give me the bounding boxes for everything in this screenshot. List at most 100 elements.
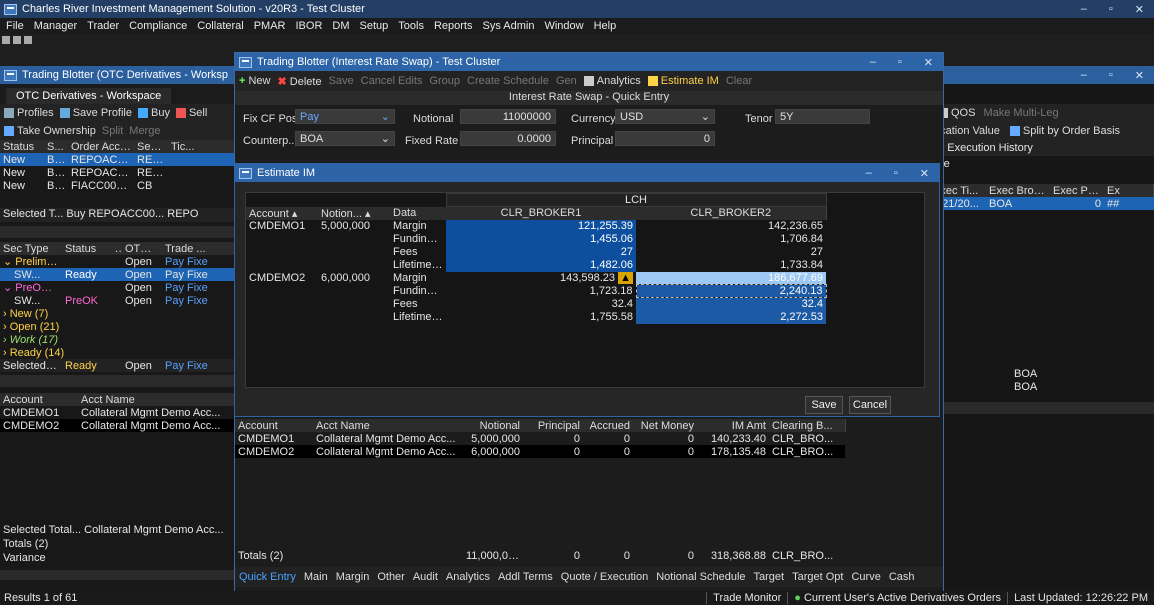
col-sec[interactable]: Sec ...	[134, 140, 168, 153]
col-status[interactable]: Status	[62, 242, 112, 255]
chevron-right-icon[interactable]: ›	[3, 334, 10, 346]
cell[interactable]: 143,598.23 ▲	[446, 272, 636, 285]
active-orders-status[interactable]: ● Current User's Active Derivatives Orde…	[787, 592, 1007, 604]
cell[interactable]: 32.4	[636, 297, 827, 311]
col-clearing-broker[interactable]: Clearing B...	[769, 419, 845, 432]
table-row[interactable]: CMDEMO2 Collateral Mgmt Demo Acc...	[0, 419, 240, 432]
maximize-icon[interactable]: ▫	[898, 56, 902, 68]
cell[interactable]: 1,755.58	[446, 311, 636, 324]
scrollbar[interactable]	[0, 375, 240, 387]
merge-button[interactable]: Merge	[129, 125, 160, 137]
buy-button[interactable]: Buy	[138, 107, 170, 119]
grid-icon[interactable]	[2, 36, 10, 44]
tab-quick-entry[interactable]: Quick Entry	[235, 571, 300, 583]
currency-select[interactable]: USD ⌄	[615, 109, 715, 124]
col-data[interactable]: Data	[390, 207, 446, 220]
table-row[interactable]: CMDEMO1 Collateral Mgmt Demo Acc... 5,000,…	[235, 432, 845, 445]
col-exec-broker[interactable]: Exec Broker	[986, 184, 1050, 197]
col-account[interactable]: Account ▴	[246, 207, 318, 220]
col-clr-broker1[interactable]: CLR_BROKER1	[446, 207, 636, 220]
menu-dm[interactable]: DM	[332, 20, 349, 32]
group-row[interactable]: › Work (17)	[0, 333, 240, 346]
tab-curve[interactable]: Curve	[847, 571, 884, 583]
tab-workspace[interactable]: OTC Derivatives - Workspace	[6, 88, 172, 104]
group-button[interactable]: Group	[429, 75, 460, 87]
cell[interactable]: 1,706.84	[636, 233, 826, 246]
col-status[interactable]: Status	[0, 140, 44, 153]
col-account[interactable]: Account	[0, 393, 78, 406]
cell[interactable]: 1,455.06	[446, 232, 636, 246]
delete-button[interactable]: ✖ Delete	[278, 75, 322, 88]
notional-input[interactable]: 11000000	[460, 109, 556, 124]
col-ex[interactable]: Ex	[1104, 184, 1154, 197]
table-row[interactable]: SW... PreOK Open Pay Fixe	[0, 294, 240, 307]
fix-cf-pos-select[interactable]: Pay ⌄	[295, 109, 395, 124]
minimize-icon[interactable]: –	[1081, 3, 1087, 15]
tab-margin[interactable]: Margin	[332, 571, 374, 583]
estimate-im-button[interactable]: Estimate IM	[647, 75, 719, 87]
execution-history-tab[interactable]: ap Execution History	[930, 140, 1154, 156]
minimize-icon[interactable]: –	[1081, 69, 1087, 81]
col-acct-name[interactable]: Acct Name	[78, 393, 240, 406]
scrollbar[interactable]	[0, 570, 240, 580]
menu-reports[interactable]: Reports	[434, 20, 473, 32]
col-ticker[interactable]: Tic...	[168, 140, 240, 153]
table-row[interactable]: Lifetime C... 1,482.06 1,733.84	[246, 258, 826, 272]
table-row[interactable]: 8/21/20... BOA 0 ##	[930, 197, 1154, 210]
col-exec-price[interactable]: Exec Price	[1050, 184, 1104, 197]
group-row[interactable]: ⌄ Prelim (1) Open Pay Fixe	[0, 255, 240, 269]
table-row[interactable]: Fees 32.4 32.4	[246, 297, 827, 311]
table-row[interactable]: SW... Ready Open Pay Fixe	[0, 268, 240, 281]
close-icon[interactable]: ✕	[920, 167, 929, 180]
col-clr-broker2[interactable]: CLR_BROKER2	[636, 207, 826, 220]
chevron-down-icon[interactable]: ⌄	[3, 256, 15, 268]
col-notional[interactable]: Notion... ▴	[318, 207, 390, 220]
tab-analytics[interactable]: Analytics	[442, 571, 494, 583]
chevron-right-icon[interactable]: ›	[3, 321, 10, 333]
col-side[interactable]: S...	[44, 140, 68, 153]
col-acct-name[interactable]: Acct Name	[313, 419, 463, 432]
maximize-icon[interactable]: ▫	[894, 167, 898, 179]
trade-monitor-link[interactable]: Trade Monitor	[706, 592, 787, 604]
create-schedule-button[interactable]: Create Schedule	[467, 75, 549, 87]
col-order-account[interactable]: Order Acco...	[68, 140, 134, 153]
table-row[interactable]: New Buy FIACC00120 CB	[0, 179, 240, 192]
tenor-input[interactable]: 5Y	[775, 109, 870, 124]
group-row[interactable]: › New (7)	[0, 307, 240, 320]
tab-target-opt[interactable]: Target Opt	[788, 571, 847, 583]
cell[interactable]: 1,723.18	[446, 285, 636, 298]
table-row[interactable]: Funding C...1,723.182,240.13	[246, 284, 827, 298]
cell[interactable]: 2,272.53	[636, 310, 827, 324]
col-trade[interactable]: Trade ...	[162, 242, 240, 255]
maximize-icon[interactable]: ▫	[1109, 3, 1113, 15]
table-row[interactable]: New Buy REPOACC00...REPO	[0, 153, 240, 166]
table-row[interactable]: CMDEMO2 Collateral Mgmt Demo Acc... 6,000,…	[235, 445, 845, 458]
scrollbar[interactable]	[0, 226, 240, 238]
table-row[interactable]: Fees 27 27	[246, 245, 826, 259]
split-by-order-basis-button[interactable]: Split by Order Basis	[1009, 125, 1120, 137]
tab-other[interactable]: Other	[373, 571, 409, 583]
fixed-rate-input[interactable]: 0.0000	[460, 131, 556, 146]
sell-button[interactable]: Sell	[175, 107, 207, 119]
tab-main[interactable]: Main	[300, 571, 332, 583]
minimize-icon[interactable]: –	[866, 167, 872, 179]
col-im-amt[interactable]: IM Amt	[697, 419, 769, 432]
cell[interactable]: 27	[636, 246, 826, 259]
new-button[interactable]: + New	[239, 75, 271, 87]
table-row[interactable]: Funding C...1,455.061,706.84	[246, 232, 826, 246]
cancel-button[interactable]: Cancel	[849, 396, 891, 414]
chevron-right-icon[interactable]: ›	[3, 347, 10, 359]
scrollbar[interactable]	[930, 402, 1154, 414]
search-icon[interactable]	[24, 36, 32, 44]
cell[interactable]: 186,677.69	[636, 271, 827, 285]
cell[interactable]: 1,733.84	[636, 259, 826, 272]
menu-pmar[interactable]: PMAR	[254, 20, 286, 32]
table-row[interactable]: CMDEMO1 Collateral Mgmt Demo Acc...	[0, 406, 240, 419]
cell[interactable]: 32.4	[446, 298, 636, 311]
menu-tools[interactable]: Tools	[398, 20, 424, 32]
tab-cash[interactable]: Cash	[885, 571, 919, 583]
menu-collateral[interactable]: Collateral	[197, 20, 243, 32]
menu-trader[interactable]: Trader	[87, 20, 119, 32]
analytics-button[interactable]: Analytics	[583, 75, 641, 87]
col-account[interactable]: Account	[235, 419, 313, 432]
